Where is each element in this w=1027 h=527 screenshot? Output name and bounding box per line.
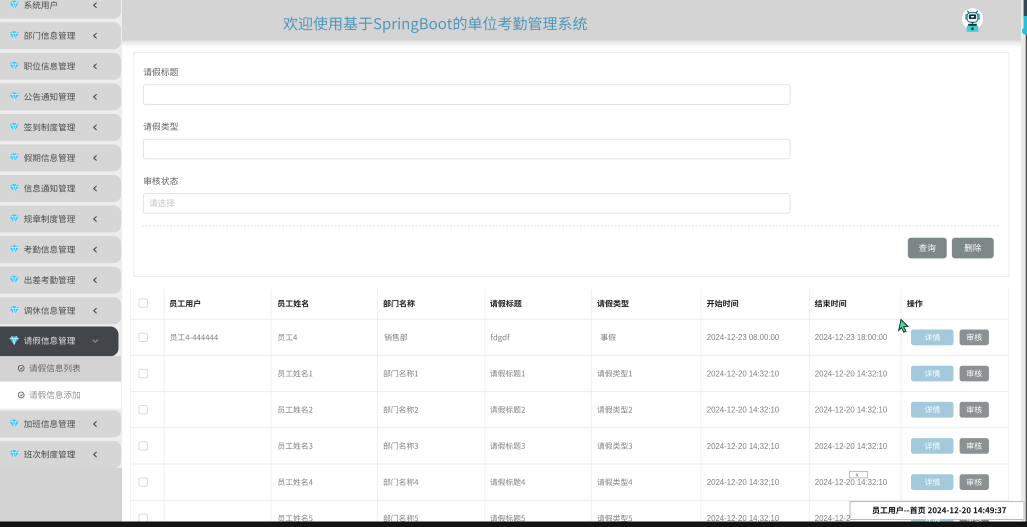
svg-text:2024-12-20 14:32:10: 2024-12-20 14:32:10: [707, 406, 780, 415]
svg-text:2024-12-20 14:32:10: 2024-12-20 14:32:10: [707, 514, 780, 523]
svg-text:2024-12-23 18:00:00: 2024-12-23 18:00:00: [815, 333, 888, 342]
svg-text:x: x: [856, 473, 859, 479]
svg-text:2024-12-20 14:32:10: 2024-12-20 14:32:10: [707, 442, 780, 451]
svg-text:2024-12-20 14:32:10: 2024-12-20 14:32:10: [815, 442, 888, 451]
svg-text:2024-12-20 14:32:10: 2024-12-20 14:32:10: [815, 406, 888, 415]
svg-text:2024-12-20 14:32:10: 2024-12-20 14:32:10: [815, 478, 888, 487]
svg-text:2024-12-20 14:32:10: 2024-12-20 14:32:10: [707, 478, 780, 487]
svg-text:2024-12-2: 2024-12-2: [815, 514, 851, 523]
svg-text:2024-12-23 08:00:00: 2024-12-23 08:00:00: [707, 333, 780, 342]
svg-text:2024-12-20 14:32:10: 2024-12-20 14:32:10: [815, 369, 888, 378]
svg-text:2024-12-20 14:32:10: 2024-12-20 14:32:10: [707, 369, 780, 378]
